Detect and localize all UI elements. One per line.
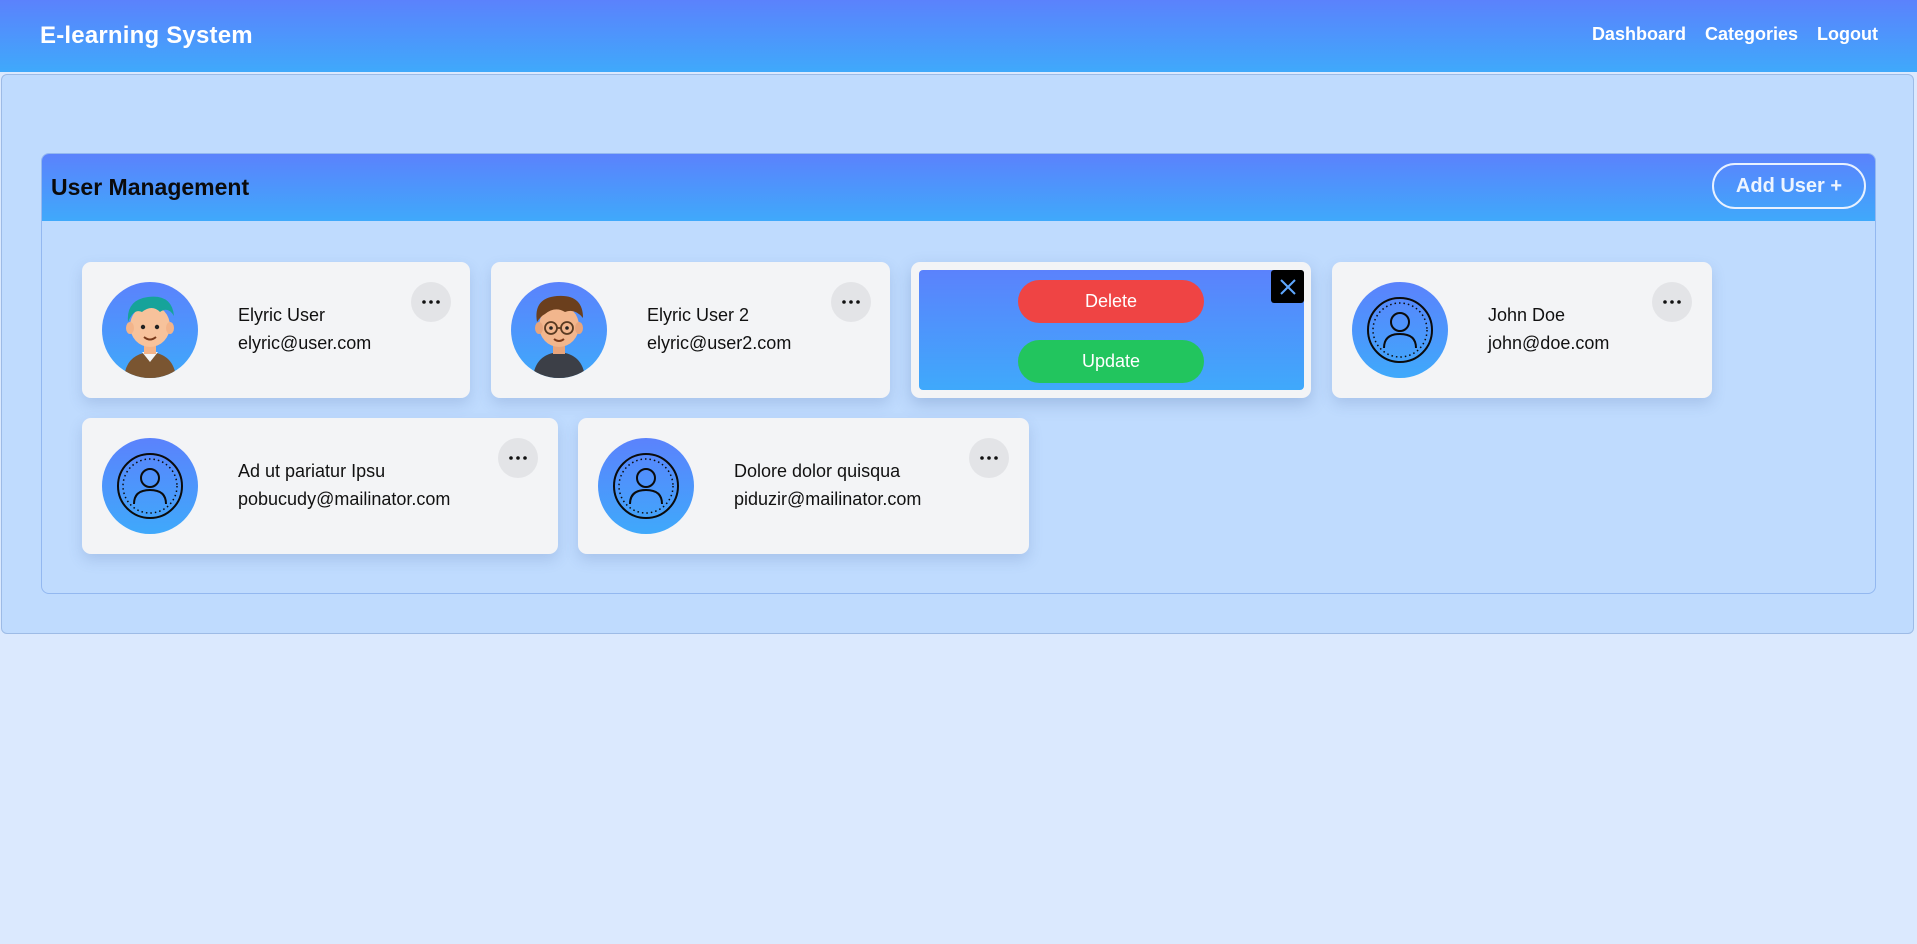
more-horizontal-icon (980, 456, 998, 460)
user-email: pobucudy@mailinator.com (238, 489, 451, 509)
user-name: Elyric User 2 (647, 305, 750, 325)
user-email: elyric@user.com (238, 333, 372, 353)
user-circle-icon (613, 453, 679, 519)
close-icon (1279, 278, 1296, 295)
more-options-button[interactable] (969, 438, 1009, 478)
user-email: elyric@user2.com (647, 333, 792, 353)
more-horizontal-icon (842, 300, 860, 304)
nav-link-categories[interactable]: Categories (1705, 24, 1798, 45)
user-circle-icon (1367, 297, 1433, 363)
cartoon-boy-glasses-icon (533, 295, 585, 378)
avatar (102, 438, 198, 534)
more-horizontal-icon (1663, 300, 1681, 304)
more-horizontal-icon (509, 456, 527, 460)
more-options-button[interactable] (831, 282, 871, 322)
user-name: Elyric User (238, 305, 326, 325)
user-name: John Doe (1488, 305, 1566, 325)
close-menu-button[interactable] (1271, 270, 1304, 303)
avatar (102, 282, 198, 378)
section-title: User Management (51, 174, 250, 200)
user-card: Dolore dolor quisqua piduzir@mailinator.… (578, 418, 1029, 554)
user-circle-icon (117, 453, 183, 519)
user-name: Ad ut pariatur Ipsu (238, 461, 386, 481)
update-user-button[interactable]: Update (1018, 340, 1204, 383)
app-title[interactable]: E-learning System (40, 22, 253, 50)
top-navbar: E-learning System Dashboard Categories L… (0, 0, 1917, 72)
cartoon-boy-teal-hair-icon (124, 296, 176, 378)
nav-link-logout[interactable]: Logout (1817, 24, 1878, 45)
user-card: Elyric User elyric@user.com (82, 262, 470, 398)
user-card: John Doe john@doe.com (1332, 262, 1712, 398)
section-header: User Management Add User + (42, 154, 1875, 221)
more-options-button[interactable] (1652, 282, 1692, 322)
more-options-button[interactable] (498, 438, 538, 478)
more-horizontal-icon (422, 300, 440, 304)
user-email: john@doe.com (1488, 333, 1610, 353)
avatar (1352, 282, 1448, 378)
user-card: Elyric User 2 elyric@user2.com (491, 262, 890, 398)
user-card-action-menu: Delete Update (911, 262, 1311, 398)
more-options-button[interactable] (411, 282, 451, 322)
nav-link-dashboard[interactable]: Dashboard (1592, 24, 1686, 45)
add-user-button[interactable]: Add User + (1712, 163, 1866, 209)
user-email: piduzir@mailinator.com (734, 489, 922, 509)
nav-links: Dashboard Categories Logout (1592, 24, 1878, 45)
avatar (598, 438, 694, 534)
action-menu-panel: Delete Update (919, 270, 1304, 390)
user-card: Ad ut pariatur Ipsu pobucudy@mailinator.… (82, 418, 558, 554)
delete-user-button[interactable]: Delete (1018, 280, 1204, 323)
avatar (511, 282, 607, 378)
user-name: Dolore dolor quisqua (734, 461, 901, 481)
